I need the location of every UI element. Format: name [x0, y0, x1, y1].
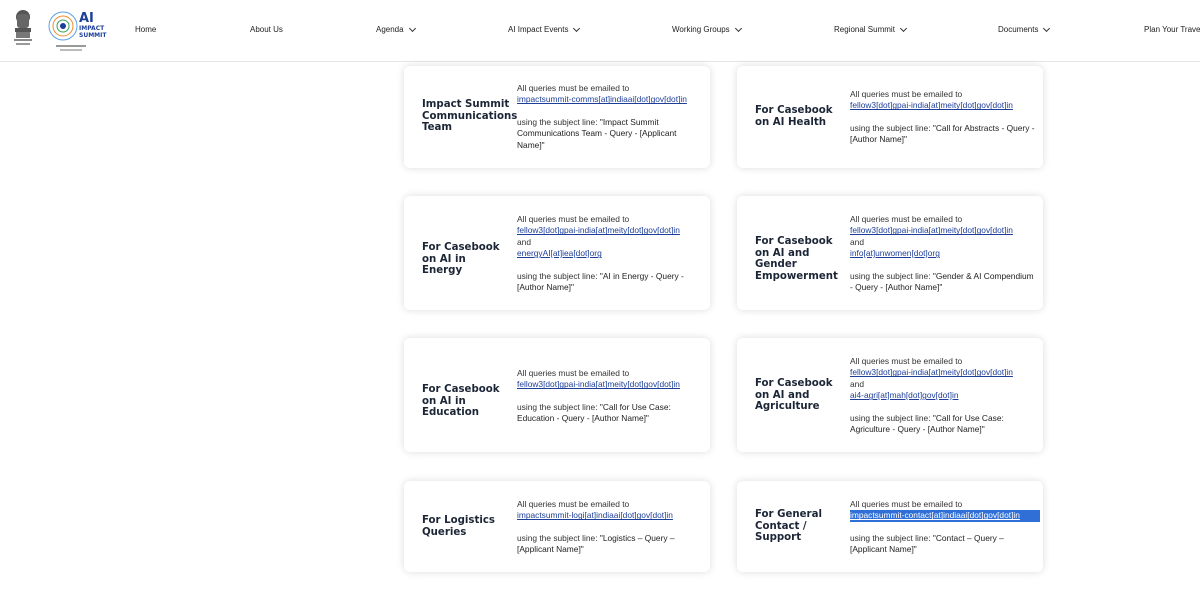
email-link[interactable]: fellow3[dot]gpai-india[at]meity[dot]gov[… [850, 100, 1035, 111]
subject-prefix: using the subject line: [850, 412, 933, 423]
card-body: All queries must be emailed to impactsum… [517, 83, 702, 151]
email-link[interactable]: fellow3[dot]gpai-india[at]meity[dot]gov[… [850, 225, 1035, 236]
nav-agenda-label: Agenda [376, 25, 404, 34]
card-title: For Casebook on AI in Education [422, 384, 500, 418]
and-label: and [517, 236, 531, 247]
card-title: For General Contact / Support [755, 509, 822, 543]
card-title: For Casebook on AI and Agriculture [755, 378, 833, 412]
card-intro: All queries must be emailed to [517, 83, 630, 93]
nav-working-groups[interactable]: Working Groups [672, 24, 742, 36]
contact-card-general: For General Contact / Support All querie… [737, 481, 1043, 572]
nav-agenda[interactable]: Agenda [376, 24, 416, 36]
contact-card-education: For Casebook on AI in Education All quer… [404, 338, 710, 452]
contact-card-energy: For Casebook on AI in Energy All queries… [404, 196, 710, 310]
card-body: All queries must be emailed to fellow3[d… [517, 214, 702, 293]
subject-prefix: using the subject line: [850, 122, 933, 133]
card-title: Impact Summit Communications Team [422, 99, 518, 133]
subject-prefix: using the subject line: [517, 270, 600, 281]
chevron-down-icon [734, 24, 742, 33]
card-body: All queries must be emailed to fellow3[d… [517, 368, 702, 425]
card-intro: All queries must be emailed to [850, 499, 963, 509]
nav-home-label: Home [135, 25, 157, 34]
contact-card-comms: Impact Summit Communications Team All qu… [404, 66, 710, 168]
subject-prefix: using the subject line: [517, 532, 600, 543]
and-label: and [850, 236, 864, 247]
card-subject: using the subject line: "AI in Energy - … [517, 271, 702, 294]
chevron-down-icon [1043, 24, 1051, 33]
card-subject: using the subject line: "Contact – Query… [850, 533, 1040, 556]
email-link[interactable]: energyAI[at]iea[dot]org [517, 248, 702, 259]
card-body: All queries must be emailed to impactsum… [517, 499, 702, 556]
contact-card-agriculture: For Casebook on AI and Agriculture All q… [737, 338, 1043, 452]
card-title: For Logistics Queries [422, 515, 495, 538]
card-title: For Casebook on AI and Gender Empowermen… [755, 236, 838, 282]
chevron-down-icon [573, 24, 581, 33]
nav-documents[interactable]: Documents [998, 24, 1051, 36]
nav-working-groups-label: Working Groups [672, 25, 730, 34]
subject-prefix: using the subject line: [850, 270, 933, 281]
site-header: AI IMPACT SUMMIT Home About Us Agenda AI… [0, 0, 1200, 62]
card-subject: using the subject line: "Call for Use Ca… [850, 413, 1035, 436]
nav-documents-label: Documents [998, 25, 1039, 34]
email-link[interactable]: impactsummit-logi[at]indiaai[dot]gov[dot… [517, 510, 702, 521]
email-link[interactable]: info[at]unwomen[dot]org [850, 248, 1035, 259]
email-link[interactable]: fellow3[dot]gpai-india[at]meity[dot]gov[… [517, 225, 702, 236]
nav-about-us[interactable]: About Us [250, 24, 283, 36]
contact-card-health: For Casebook on AI Health All queries mu… [737, 66, 1043, 168]
main-nav: Home About Us Agenda AI Impact Events Wo… [0, 24, 1200, 36]
card-subject: using the subject line: "Call for Abstra… [850, 123, 1035, 146]
email-link[interactable]: impactsummit-comms[at]indiaai[dot]gov[do… [517, 94, 702, 105]
chevron-down-icon [899, 24, 907, 33]
card-subject: using the subject line: "Logistics – Que… [517, 533, 702, 556]
card-title: For Casebook on AI Health [755, 105, 833, 128]
nav-ai-impact-events-label: AI Impact Events [508, 25, 569, 34]
card-body: All queries must be emailed to impactsum… [850, 499, 1040, 556]
card-intro: All queries must be emailed to [517, 499, 630, 509]
email-link[interactable]: ai4-agri[at]mah[dot]gov[dot]in [850, 390, 1035, 401]
card-intro: All queries must be emailed to [850, 214, 963, 224]
subject-prefix: using the subject line: [850, 532, 933, 543]
card-body: All queries must be emailed to fellow3[d… [850, 89, 1035, 146]
card-subject: using the subject line: "Call for Use Ca… [517, 402, 702, 425]
card-subject: using the subject line: "Gender & AI Com… [850, 271, 1035, 294]
nav-plan-your-travel[interactable]: Plan Your Travel [1144, 24, 1200, 36]
nav-regional-summit-label: Regional Summit [834, 25, 895, 34]
email-link[interactable]: fellow3[dot]gpai-india[at]meity[dot]gov[… [517, 379, 702, 390]
card-body: All queries must be emailed to fellow3[d… [850, 356, 1035, 435]
nav-about-us-label: About Us [250, 25, 283, 34]
subject-prefix: using the subject line: [517, 401, 600, 412]
card-intro: All queries must be emailed to [850, 89, 963, 99]
card-intro: All queries must be emailed to [517, 368, 630, 378]
chevron-down-icon [408, 24, 416, 33]
card-body: All queries must be emailed to fellow3[d… [850, 214, 1035, 293]
contact-card-logistics: For Logistics Queries All queries must b… [404, 481, 710, 572]
email-link-selected[interactable]: impactsummit-contact[at]indiaai[dot]gov[… [850, 510, 1040, 522]
card-title: For Casebook on AI in Energy [422, 242, 500, 276]
subject-prefix: using the subject line: [517, 116, 600, 127]
nav-home[interactable]: Home [135, 24, 156, 36]
card-intro: All queries must be emailed to [850, 356, 963, 366]
and-label: and [850, 378, 864, 389]
nav-ai-impact-events[interactable]: AI Impact Events [508, 24, 581, 36]
nav-plan-your-travel-label: Plan Your Travel [1144, 25, 1200, 34]
contact-card-gender: For Casebook on AI and Gender Empowermen… [737, 196, 1043, 310]
nav-regional-summit[interactable]: Regional Summit [834, 24, 907, 36]
card-intro: All queries must be emailed to [517, 214, 630, 224]
email-link[interactable]: fellow3[dot]gpai-india[at]meity[dot]gov[… [850, 367, 1035, 378]
card-subject: using the subject line: "Impact Summit C… [517, 117, 702, 151]
